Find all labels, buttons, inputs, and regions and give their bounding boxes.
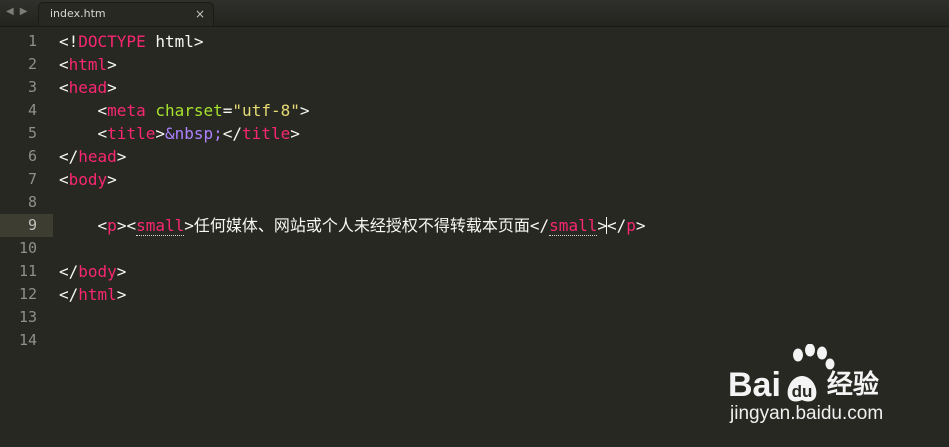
code-token: head [68, 78, 108, 97]
code-token: > [116, 285, 127, 304]
tab-label: index.htm [50, 7, 106, 20]
code-text: <!DOCTYPE html> [59, 30, 204, 53]
code-token: </ [222, 124, 243, 143]
line-number: 6 [27, 147, 37, 165]
code-token: < [59, 124, 108, 143]
code-line[interactable]: 12 </html> [0, 283, 949, 306]
baidu-logo: Bai du 经验 [728, 366, 879, 404]
code-text: </head> [59, 145, 126, 168]
code-token: small [136, 216, 185, 236]
code-line[interactable]: 9 <p><small>任何媒体、网站或个人未经授权不得转载本页面</small… [0, 214, 949, 237]
code-token: </ [59, 147, 79, 166]
line-number: 1 [27, 32, 37, 50]
code-token: </ [59, 262, 79, 281]
code-token: meta [107, 101, 146, 120]
code-text: <html> [59, 53, 117, 76]
code-token: > [107, 55, 117, 74]
code-token: html [78, 285, 117, 304]
code-token: &nbsp; [164, 124, 223, 143]
code-token: >< [116, 216, 137, 235]
line-number: 4 [27, 101, 37, 119]
brand-text-left: Bai [728, 366, 781, 404]
close-icon[interactable]: × [195, 6, 205, 22]
code-token: body [78, 262, 117, 281]
code-token: > [107, 170, 117, 189]
line-number: 2 [27, 55, 37, 73]
code-token: "utf-8" [232, 101, 300, 120]
code-token: > [116, 147, 127, 166]
code-token: < [59, 170, 69, 189]
code-token: > [107, 78, 117, 97]
code-text: </body> [59, 260, 126, 283]
code-text: </html> [59, 283, 126, 306]
code-line[interactable]: 3 <head> [0, 76, 949, 99]
code-text: <title>&nbsp;</title> [59, 122, 300, 145]
line-number: 9 [27, 216, 37, 234]
code-token: charset [155, 101, 223, 120]
code-token: < [59, 101, 108, 120]
code-token: = [222, 101, 233, 120]
line-number: 12 [18, 285, 37, 303]
code-line[interactable]: 7 <body> [0, 168, 949, 191]
code-line[interactable]: 6 </head> [0, 145, 949, 168]
line-number: 11 [18, 262, 37, 280]
code-line[interactable]: 2 <html> [0, 53, 949, 76]
code-token: <! [59, 32, 79, 51]
code-line[interactable]: 4 <meta charset="utf-8"> [0, 99, 949, 122]
code-token: > [635, 216, 646, 235]
baidu-jingyan-watermark: Bai du 经验 jingyan.baidu.com [728, 344, 928, 434]
code-token: > [155, 124, 165, 143]
paw-badge-icon: du [787, 376, 817, 402]
brand-text-right: du [792, 382, 813, 401]
code-line[interactable]: 5 <title>&nbsp;</title> [0, 122, 949, 145]
code-token: </ [59, 285, 79, 304]
code-line[interactable]: 11 </body> [0, 260, 949, 283]
code-token: html> [145, 32, 204, 51]
brand-text-cn: 经验 [826, 370, 879, 400]
line-number: 7 [27, 170, 37, 188]
tab-prev-icon[interactable]: ◀ [6, 5, 14, 19]
code-token: </ [529, 216, 550, 235]
code-token: head [78, 147, 117, 166]
code-token: > [299, 101, 310, 120]
code-token: title [242, 124, 291, 143]
tab-nav: ◀ ▶ [6, 5, 27, 19]
code-token: > [116, 262, 127, 281]
code-text: <meta charset="utf-8"> [59, 99, 310, 122]
line-number: 14 [18, 331, 37, 349]
code-line[interactable]: 13 [0, 306, 949, 329]
code-token: title [107, 124, 156, 143]
line-number: 5 [27, 124, 37, 142]
code-token: small [549, 216, 598, 236]
code-text: <head> [59, 76, 117, 99]
tab-bar: ◀ ▶ index.htm × [0, 0, 949, 27]
code-token: < [59, 78, 69, 97]
line-number: 3 [27, 78, 37, 96]
code-line[interactable]: 10 [0, 237, 949, 260]
code-token: body [68, 170, 108, 189]
code-token: DOCTYPE [78, 32, 146, 51]
code-token: < [59, 216, 108, 235]
line-number: 13 [18, 308, 37, 326]
code-line[interactable]: 1 <!DOCTYPE html> [0, 30, 949, 53]
code-line[interactable]: 8 [0, 191, 949, 214]
code-token: html [68, 55, 108, 74]
code-token: </ [606, 216, 627, 235]
code-token: p [626, 216, 636, 235]
code-token: < [59, 55, 69, 74]
code-token: > [290, 124, 300, 143]
code-token: p [107, 216, 117, 235]
tab-next-icon[interactable]: ▶ [20, 5, 28, 19]
code-token: > [184, 216, 194, 235]
code-text: <body> [59, 168, 117, 191]
code-text: <p><small>任何媒体、网站或个人未经授权不得转载本页面</small><… [59, 214, 646, 237]
code-token: 任何媒体、网站或个人未经授权不得转载本页面 [193, 216, 530, 235]
line-number: 10 [18, 239, 37, 257]
editor-window: ◀ ▶ index.htm × 1 <!DOCTYPE html> 2 <html> 3… [0, 0, 949, 447]
tab-index-htm[interactable]: index.htm × [38, 2, 214, 26]
watermark-url: jingyan.baidu.com [730, 403, 884, 424]
line-number: 8 [27, 193, 37, 211]
